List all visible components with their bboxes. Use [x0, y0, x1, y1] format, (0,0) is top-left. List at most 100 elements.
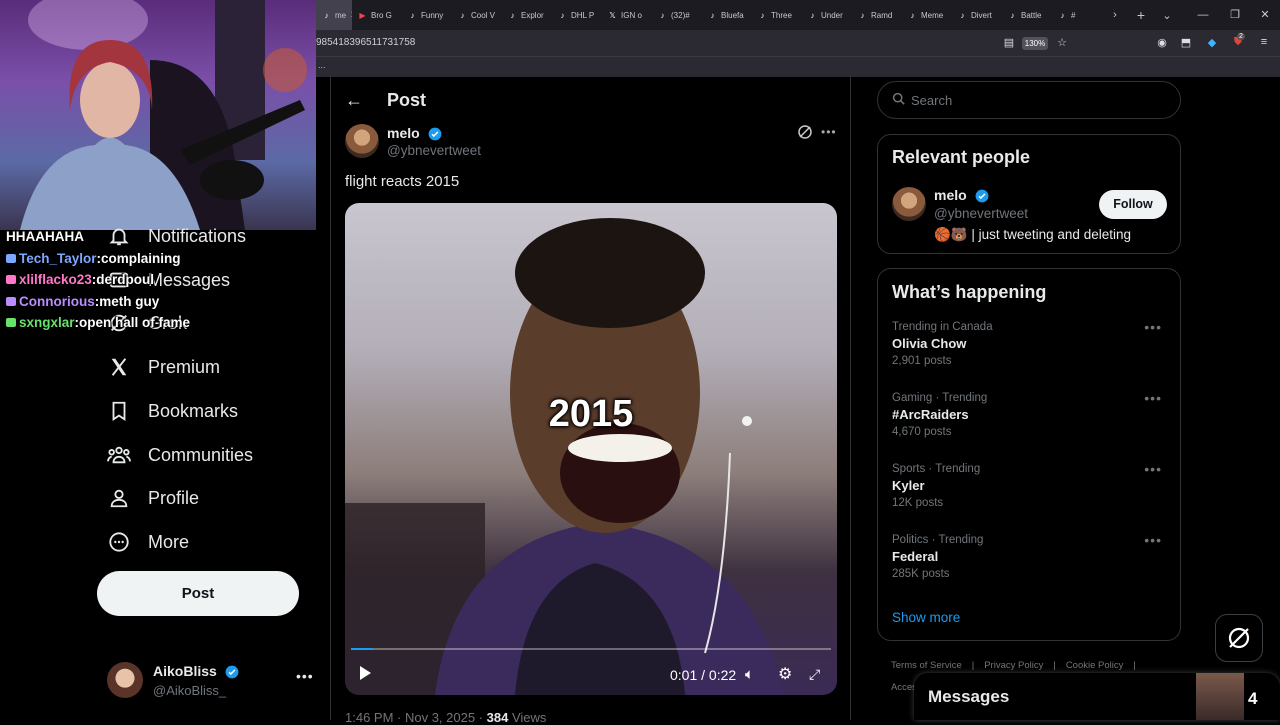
- trend-more-icon[interactable]: •••: [1144, 319, 1162, 335]
- bookmarks-overflow[interactable]: ...: [318, 60, 326, 70]
- chat-username: Tech_Taylor: [19, 250, 97, 266]
- account-more-icon[interactable]: •••: [296, 668, 314, 684]
- trend-item[interactable]: Gaming · Trending #ArcRaiders 4,670 posts •…: [892, 390, 1168, 438]
- tiktok-icon: ♪: [510, 10, 515, 20]
- url-text[interactable]: 985418396511731758: [316, 37, 415, 48]
- menu-icon[interactable]: ≡: [1257, 36, 1271, 48]
- account-icon[interactable]: ◉: [1155, 36, 1169, 49]
- chat-message: Tech_Taylor: complaining: [0, 248, 316, 270]
- browser-tab[interactable]: ♪ Battle: [1002, 0, 1052, 30]
- extensions-icon[interactable]: ⬒: [1179, 36, 1193, 49]
- more-circle-icon: [107, 530, 131, 554]
- bookmark-star-icon[interactable]: ☆: [1055, 36, 1069, 49]
- browser-tab-label: IGN o: [621, 10, 642, 20]
- address-bar[interactable]: 985418396511731758 ▤ 130% ☆ ◉ ⬒ ◆ ⛊ 2 ≡: [316, 30, 1280, 56]
- browser-tab[interactable]: 𝕏 IGN o: [602, 0, 652, 30]
- media-caption: 2015: [548, 393, 634, 435]
- tweet-timestamp[interactable]: 1:46 PM · Nov 3, 2025 ·: [345, 710, 483, 725]
- browser-tab[interactable]: ♪ Meme: [902, 0, 952, 30]
- tab-list-chevron-icon[interactable]: ⌄: [1154, 9, 1180, 22]
- footer-separator: |: [1133, 660, 1136, 671]
- trend-post-count: 2,901 posts: [892, 355, 952, 367]
- browser-tab-label: Battle: [1021, 10, 1042, 20]
- tab-scroll-right-icon[interactable]: ›: [1102, 9, 1128, 21]
- sidebar-item-bookmarks[interactable]: Bookmarks: [107, 397, 238, 425]
- messages-drawer[interactable]: Messages 4: [914, 673, 1280, 720]
- trend-item[interactable]: Politics · Trending Federal 285K posts •••: [892, 532, 1168, 580]
- tweet-author-handle[interactable]: @ybnevertweet: [387, 143, 481, 158]
- x-logo-icon: [107, 355, 131, 379]
- post-button[interactable]: Post: [97, 571, 299, 616]
- browser-tab[interactable]: ▶ Bro G: [352, 0, 402, 30]
- account-switcher[interactable]: AikoBliss @AikoBliss_ •••: [107, 662, 317, 700]
- sidebar-item-more[interactable]: More: [107, 528, 189, 556]
- browser-tab[interactable]: ♪ Cool V: [452, 0, 502, 30]
- browser-tab[interactable]: ♪ (32)#: [652, 0, 702, 30]
- new-tab-icon[interactable]: +: [1128, 7, 1154, 23]
- zoom-level[interactable]: 130%: [1022, 37, 1048, 50]
- browser-tab[interactable]: ♪ Under: [802, 0, 852, 30]
- trend-item[interactable]: Sports · Trending Kyler 12K posts •••: [892, 461, 1168, 509]
- reader-view-icon[interactable]: ▤: [1002, 36, 1016, 49]
- browser-tab[interactable]: ♪ Divert: [952, 0, 1002, 30]
- tweet-more-icon[interactable]: •••: [821, 125, 837, 139]
- fullscreen-icon[interactable]: ⤢: [809, 666, 820, 683]
- relevant-person-avatar[interactable]: [892, 187, 926, 221]
- window-close-icon[interactable]: ✕: [1250, 0, 1280, 30]
- tweet-video[interactable]: 2015 0:01 / 0:22 🔈︎ ⚙ ⤢: [345, 203, 837, 695]
- tiktok-icon: ♪: [1060, 10, 1065, 20]
- follow-button[interactable]: Follow: [1099, 190, 1167, 219]
- browser-tab[interactable]: ♪ Three: [752, 0, 802, 30]
- tiktok-icon: ♪: [710, 10, 715, 20]
- trend-context: Politics · Trending: [892, 534, 984, 546]
- verified-badge-icon: [975, 189, 988, 203]
- trend-name: Federal: [892, 549, 939, 564]
- grok-explain-icon[interactable]: [797, 124, 813, 140]
- browser-tab[interactable]: ♪ Explor: [502, 0, 552, 30]
- volume-icon[interactable]: 🔈︎: [745, 666, 754, 683]
- browser-tab[interactable]: ♪ #: [1052, 0, 1102, 30]
- browser-tab[interactable]: ♪ Ramd: [852, 0, 902, 30]
- main-column: ← Post melo @ybnevertweet ••• flight rea…: [330, 77, 851, 725]
- restore-icon[interactable]: ❐: [1220, 0, 1250, 30]
- show-more-link[interactable]: Show more: [892, 610, 960, 625]
- minimize-icon[interactable]: —: [1188, 0, 1218, 30]
- browser-tab-label: Bluefa: [721, 10, 744, 20]
- video-settings-icon[interactable]: ⚙: [778, 664, 792, 684]
- footer-link[interactable]: Cookie Policy: [1066, 660, 1124, 671]
- browser-tab-label: Three: [771, 10, 792, 20]
- browser-tab-label: Ramd: [871, 10, 893, 20]
- sidebar-item-communities[interactable]: Communities: [107, 441, 253, 469]
- play-icon[interactable]: [357, 665, 373, 681]
- browser-tab[interactable]: ♪ Funny: [402, 0, 452, 30]
- trend-more-icon[interactable]: •••: [1144, 390, 1162, 406]
- sidebar-item-profile[interactable]: Profile: [107, 484, 199, 512]
- search-input[interactable]: Search: [877, 81, 1181, 119]
- grok-button[interactable]: [1215, 614, 1263, 662]
- browser-tab-label: me: [335, 10, 347, 20]
- trend-name: Kyler: [892, 478, 925, 493]
- tiktok-icon: ♪: [410, 10, 415, 20]
- browser-tab[interactable]: ♪ DHL P: [552, 0, 602, 30]
- trend-more-icon[interactable]: •••: [1144, 532, 1162, 548]
- browser-tab[interactable]: ♪me✕: [316, 0, 352, 30]
- youtube-icon: ▶: [359, 10, 366, 20]
- trend-more-icon[interactable]: •••: [1144, 461, 1162, 477]
- relevant-person-handle[interactable]: @ybnevertweet: [934, 206, 1028, 221]
- extension-icon[interactable]: ◆: [1205, 36, 1219, 49]
- chat-badge-icon: [6, 318, 16, 328]
- avatar: [107, 662, 143, 698]
- back-arrow-icon[interactable]: ←: [345, 90, 363, 111]
- tweet-author-avatar[interactable]: [345, 124, 379, 158]
- browser-tab[interactable]: ♪ Bluefa: [702, 0, 752, 30]
- footer-link[interactable]: Terms of Service: [891, 660, 962, 671]
- streamer-webcam-image: [20, 0, 307, 230]
- video-progress-fill[interactable]: [351, 648, 373, 650]
- sidebar-item-premium[interactable]: Premium: [107, 353, 220, 381]
- trend-item[interactable]: Trending in Canada Olivia Chow 2,901 posts…: [892, 319, 1168, 367]
- browser-tab-label: Cool V: [471, 10, 496, 20]
- trend-context: Sports · Trending: [892, 463, 981, 475]
- footer-link[interactable]: Privacy Policy: [984, 660, 1043, 671]
- tweet-author-name[interactable]: melo: [387, 125, 420, 141]
- relevant-person-name[interactable]: melo: [934, 187, 967, 203]
